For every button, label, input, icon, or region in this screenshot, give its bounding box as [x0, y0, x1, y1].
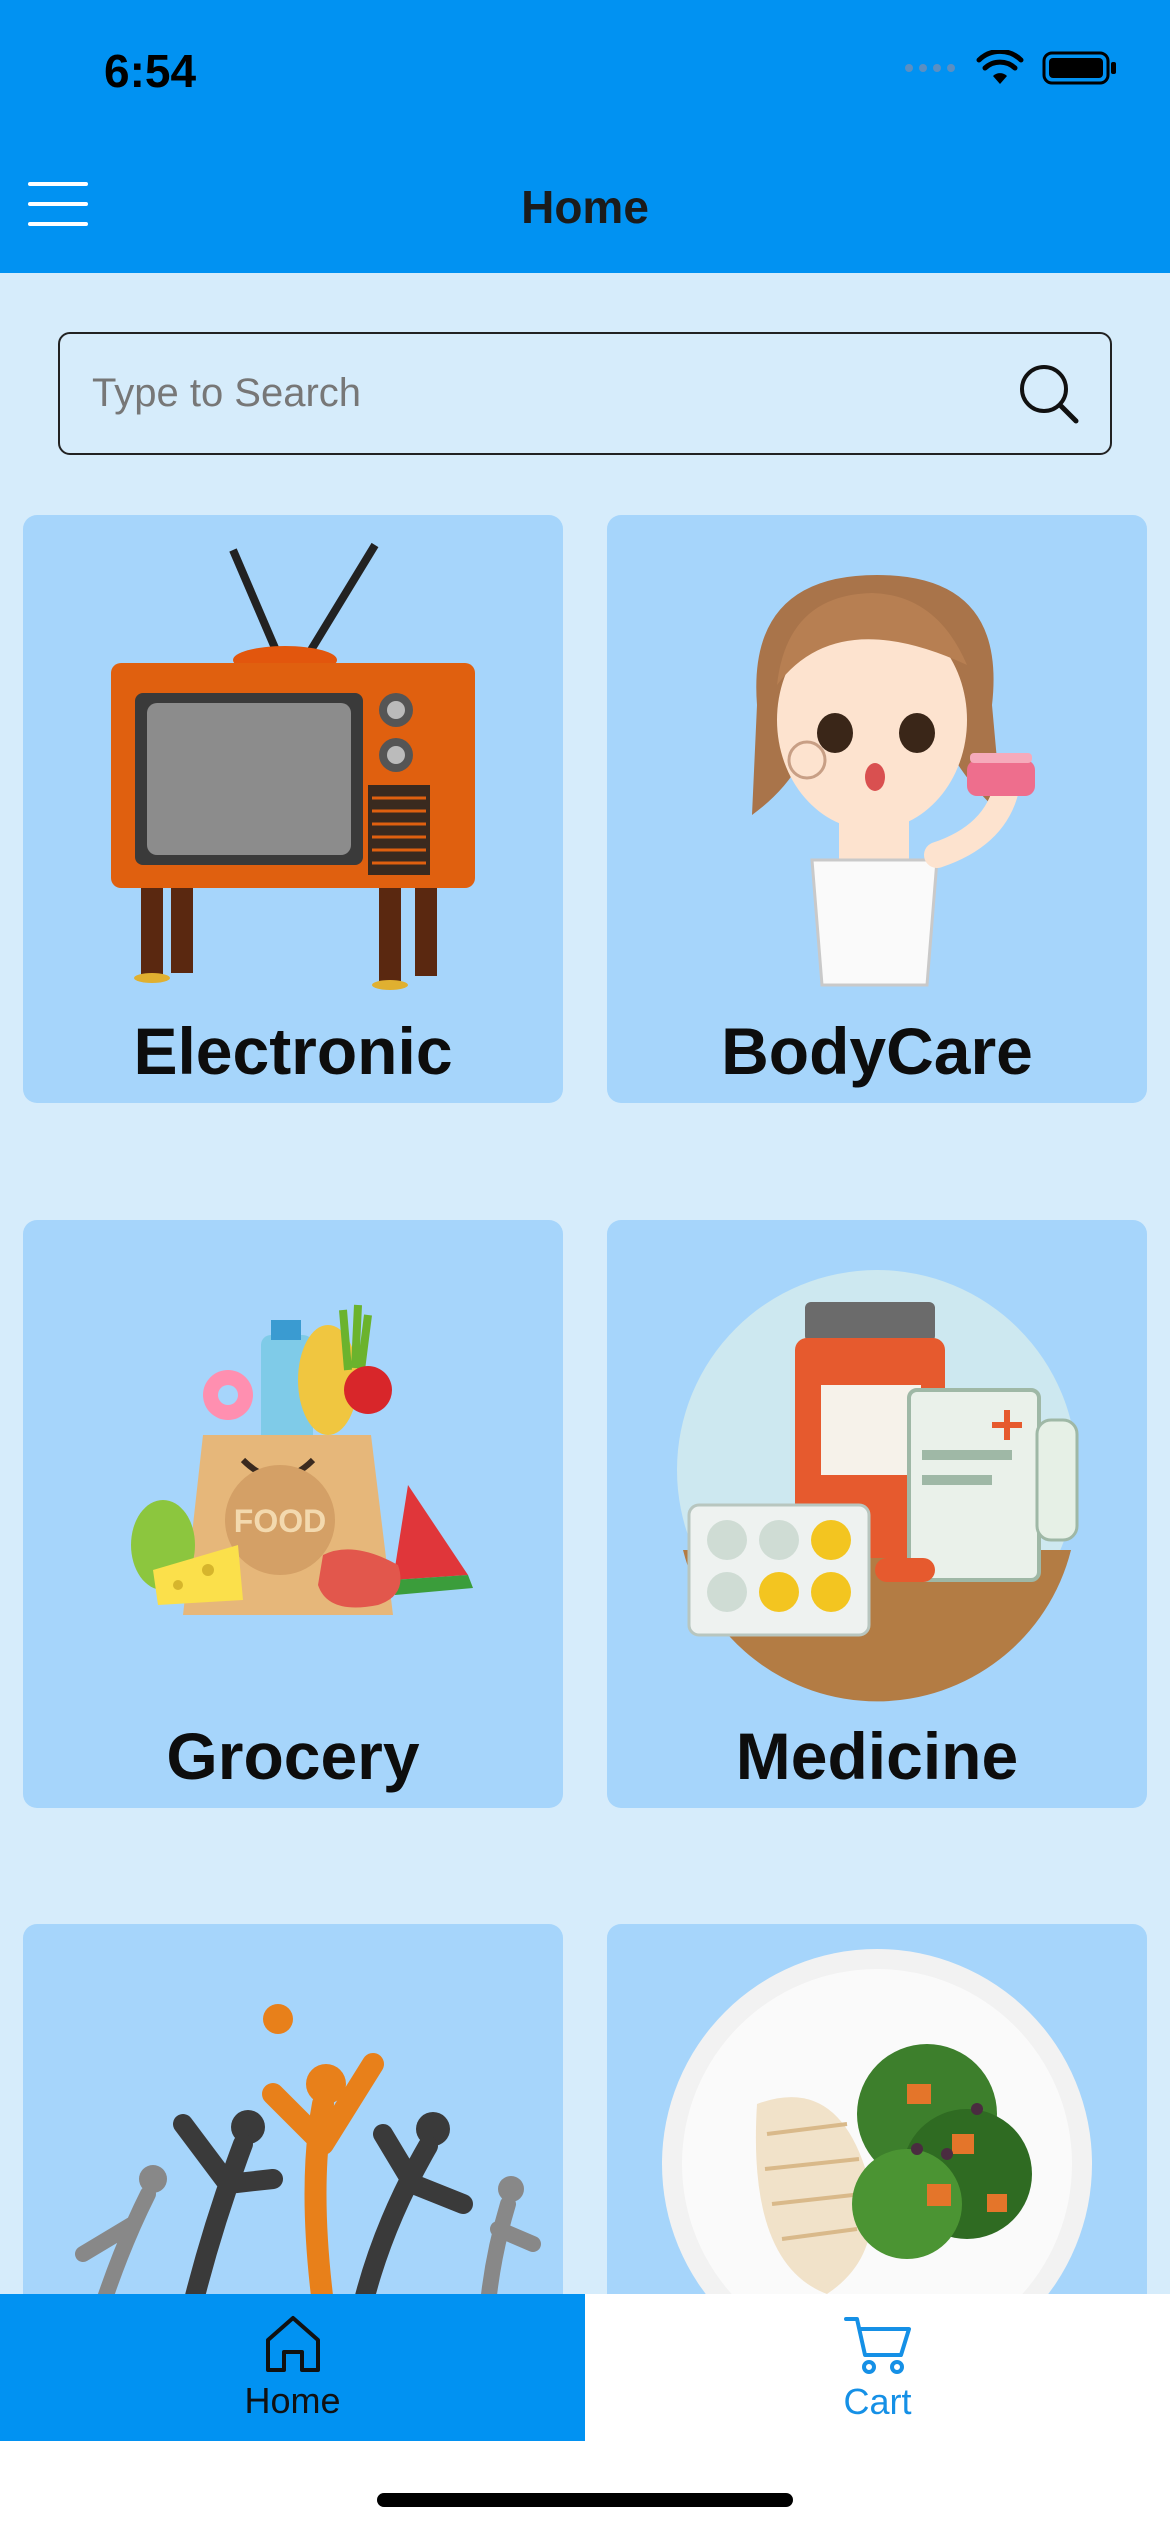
category-card-grocery[interactable]: FOOD Grocery [23, 1220, 563, 1808]
status-icons [904, 50, 1118, 86]
tab-cart[interactable]: Cart [585, 2294, 1170, 2441]
bodycare-illustration [752, 575, 1035, 987]
search-icon[interactable] [1016, 361, 1082, 427]
home-icon [265, 2315, 320, 2372]
category-card-medicine[interactable]: Medicine [607, 1220, 1147, 1808]
signal-icon [905, 64, 955, 72]
tab-label: Home [244, 2379, 341, 2421]
search-input[interactable] [60, 334, 1016, 453]
medicine-illustration [677, 1270, 1079, 1702]
status-bar: 6:54 [0, 0, 1170, 140]
cart-icon [843, 2316, 911, 2374]
status-time: 6:54 [104, 45, 197, 97]
category-card-electronic[interactable]: Electronic [23, 515, 563, 1103]
home-indicator[interactable] [377, 2493, 793, 2507]
category-label: Electronic [133, 1014, 453, 1088]
tv-illustration [111, 542, 475, 990]
battery-icon [1042, 51, 1116, 85]
tab-home[interactable]: Home [0, 2294, 585, 2441]
home-indicator-area [0, 2441, 1170, 2532]
category-label: Grocery [166, 1719, 420, 1793]
nav-bar: Home [0, 140, 1170, 273]
category-label: Medicine [735, 1719, 1019, 1793]
page-title: Home [521, 181, 649, 233]
wifi-icon [976, 50, 1024, 84]
tab-label: Cart [843, 2380, 912, 2422]
grocery-illustration: FOOD [131, 1304, 473, 1615]
search-bar [58, 332, 1112, 455]
category-card-bodycare[interactable]: BodyCare [607, 515, 1147, 1103]
tab-bar: Home Cart [0, 2294, 1170, 2441]
category-label: BodyCare [721, 1014, 1033, 1088]
svg-text:FOOD: FOOD [234, 1503, 326, 1539]
